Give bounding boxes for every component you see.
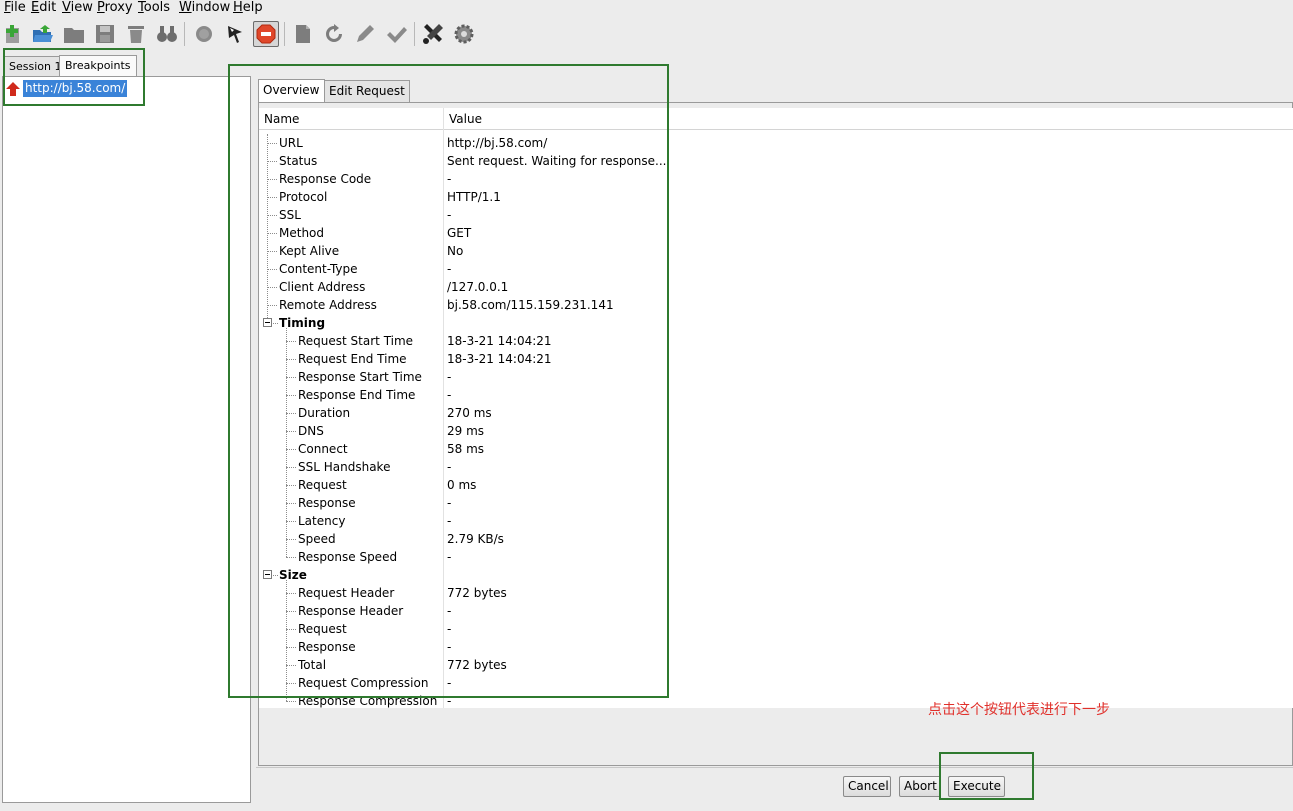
menu-tools[interactable]: Tools xyxy=(138,0,170,15)
cancel-button[interactable]: Cancel xyxy=(843,776,891,797)
menu-file[interactable]: File xyxy=(4,0,26,15)
menu-edit[interactable]: Edit xyxy=(31,0,56,15)
menu-label: ools xyxy=(143,0,171,15)
menu-label: iew xyxy=(70,0,93,15)
menu-label: ile xyxy=(10,0,26,15)
annotation-text: 点击这个按钮代表进行下一步 xyxy=(928,702,1110,718)
pencil-icon[interactable] xyxy=(352,21,378,47)
new-session-icon[interactable] xyxy=(1,21,27,47)
open-icon[interactable] xyxy=(30,21,56,47)
clear-flag-icon[interactable] xyxy=(222,21,248,47)
menu-accelerator: E xyxy=(31,0,40,15)
trash-icon[interactable] xyxy=(123,21,149,47)
stop-breakpoint-icon[interactable] xyxy=(253,21,279,47)
menu-accelerator: V xyxy=(62,0,71,15)
menu-window[interactable]: Window xyxy=(179,0,230,15)
menu-label: indow xyxy=(191,0,231,15)
annotation-box-breakpoints xyxy=(3,48,145,106)
annotation-box-overview xyxy=(228,64,669,698)
menu-accelerator: W xyxy=(179,0,192,15)
folder-icon[interactable] xyxy=(61,21,87,47)
edit-icon[interactable] xyxy=(290,21,316,47)
toolbar-separator xyxy=(284,22,285,46)
menu-accelerator: P xyxy=(97,0,105,15)
menu-label: roxy xyxy=(104,0,133,15)
record-icon[interactable] xyxy=(191,21,217,47)
save-icon[interactable] xyxy=(92,21,118,47)
menu-help[interactable]: Help xyxy=(233,0,263,15)
menu-label: elp xyxy=(242,0,263,15)
button-bar-divider xyxy=(256,767,1293,768)
binoculars-icon[interactable] xyxy=(154,21,180,47)
menu-label: dit xyxy=(39,0,57,15)
toolbar-separator xyxy=(414,22,415,46)
repeat-icon[interactable] xyxy=(321,21,347,47)
breakpoints-panel xyxy=(2,76,251,803)
settings-icon[interactable] xyxy=(451,21,477,47)
toolbar xyxy=(0,16,1293,52)
validate-icon[interactable] xyxy=(383,21,409,47)
toolbar-separator xyxy=(184,22,185,46)
annotation-box-execute xyxy=(939,752,1034,800)
menu-bar: File Edit View Proxy Tools Window Help xyxy=(0,0,1293,16)
menu-proxy[interactable]: Proxy xyxy=(97,0,133,15)
tree-guide xyxy=(286,701,296,702)
menu-view[interactable]: View xyxy=(62,0,93,15)
menu-accelerator: H xyxy=(233,0,243,15)
abort-button[interactable]: Abort xyxy=(899,776,941,797)
tools-icon[interactable] xyxy=(420,21,446,47)
